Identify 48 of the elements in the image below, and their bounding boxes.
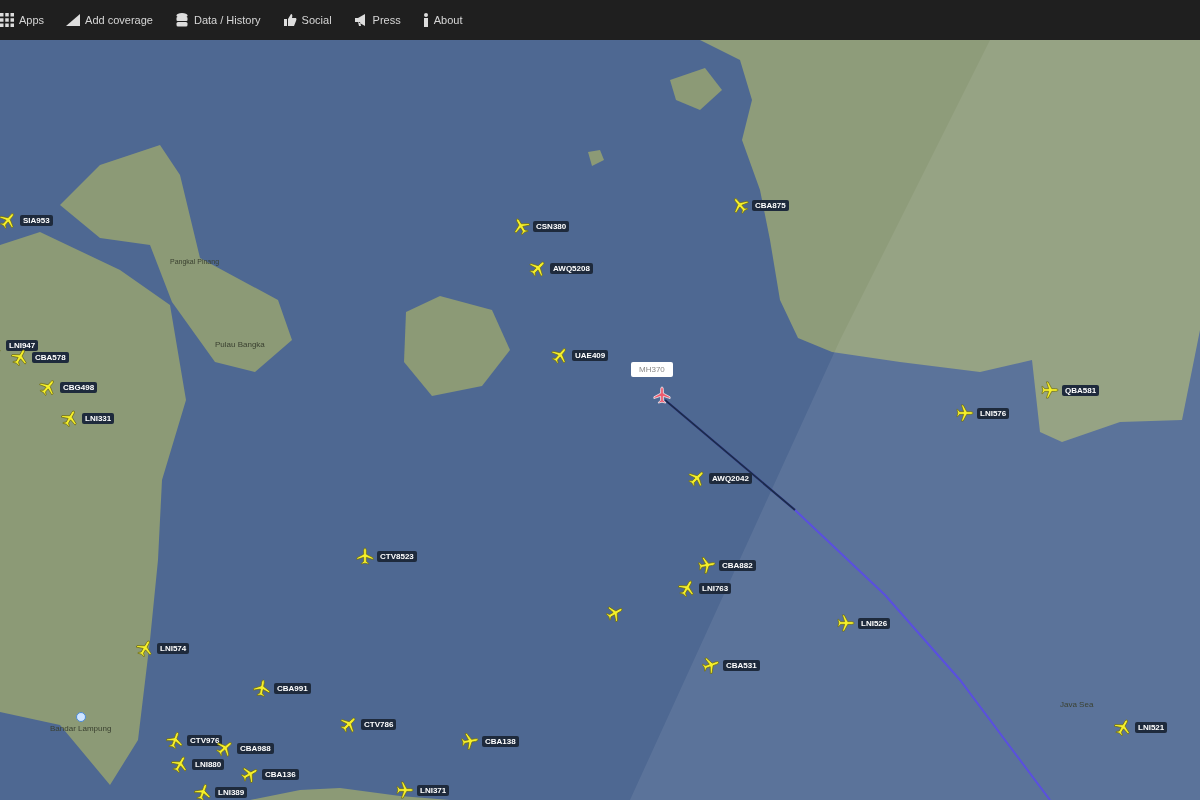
place-name: Bandar Lampung (50, 724, 112, 733)
grid-icon (0, 13, 14, 27)
info-icon (422, 13, 429, 27)
flight-label: CBA138 (482, 735, 519, 747)
nav-link[interactable]: Press (353, 13, 401, 27)
flight-label: CBA531 (723, 659, 760, 671)
place-name: Java Sea (1060, 700, 1094, 709)
nav-link[interactable]: Apps (0, 13, 45, 27)
flight-label: LNI576 (977, 407, 1010, 419)
flight-label: AWQ2042 (709, 472, 752, 484)
island (588, 150, 604, 166)
location-pin-icon (75, 712, 86, 722)
flight-tooltip: MH370 (631, 362, 673, 377)
nav-link[interactable]: About (422, 13, 463, 27)
megaphone-icon (353, 13, 368, 27)
flight-label: CTV8523 (377, 550, 417, 562)
flight-label: CBG498 (60, 381, 98, 393)
signal-bars-icon (66, 13, 81, 27)
flight-label: LNI371 (417, 784, 450, 796)
flight-label: LNI880 (192, 758, 225, 770)
flight-label: CTV976 (187, 734, 223, 746)
flight-label: LNI574 (157, 642, 190, 654)
flight-label: CBA882 (719, 559, 756, 571)
flight-label: LNI521 (1135, 721, 1168, 733)
plane-icon[interactable] (11, 348, 29, 366)
flight-label: CTV786 (361, 718, 397, 730)
flight-label: LNI526 (858, 617, 891, 629)
flight-label: LNI389 (215, 786, 248, 798)
flight-label: LNI763 (699, 582, 732, 594)
flight-label: AWQ5208 (550, 262, 593, 274)
flight-label: QBA581 (1062, 384, 1100, 396)
nav-link[interactable]: Add coverage (66, 13, 153, 27)
flight-label: CBA578 (32, 351, 69, 363)
thumbs-up-icon (282, 13, 297, 27)
flight-label: SIA953 (20, 214, 53, 226)
flight-label: LNI947 (6, 339, 39, 351)
flight-label: LNI331 (82, 412, 115, 424)
flight-label: CBA875 (752, 199, 789, 211)
nav-link[interactable]: Social (282, 13, 332, 27)
nav-link[interactable]: Data / History (174, 13, 261, 27)
flight-label: CBA991 (274, 682, 311, 694)
place-name: Pulau Bangka (215, 340, 265, 349)
flight-label: CSN380 (533, 220, 570, 232)
island (670, 68, 722, 110)
database-icon (174, 13, 189, 27)
flight-label: CBA988 (237, 742, 274, 754)
flight-label: CBA136 (262, 768, 299, 780)
flight-label: UAE409 (572, 349, 609, 361)
